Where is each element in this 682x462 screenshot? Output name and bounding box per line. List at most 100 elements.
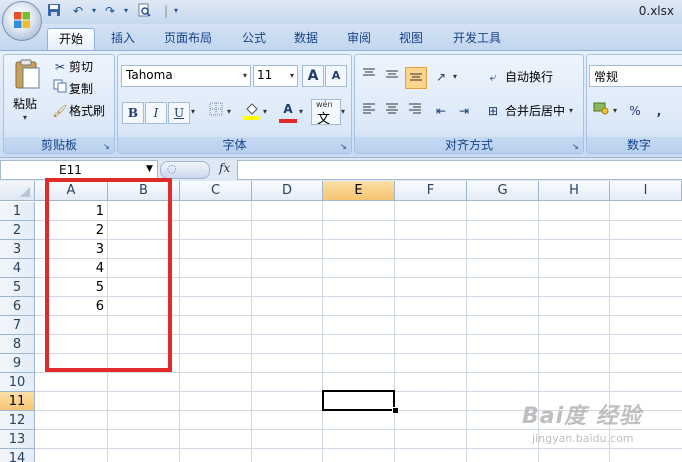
clipboard-launcher-icon[interactable]: ↘ [103,142,112,151]
scissors-icon[interactable]: ✂ [50,57,70,77]
row-header-8[interactable]: 8 [0,335,35,354]
format-painter-button[interactable]: 格式刷 [69,101,105,121]
orientation-dropdown-icon[interactable]: ▾ [453,72,457,81]
bold-button[interactable]: B [122,102,144,124]
font-color-icon[interactable]: A [278,99,298,119]
fill-color-dropdown-icon[interactable]: ▾ [263,107,267,116]
formula-input[interactable] [237,160,682,180]
number-format-select[interactable]: 常规 [589,65,682,87]
column-header-c[interactable]: C [180,181,252,201]
merge-center-dropdown-icon[interactable]: ▾ [569,106,573,115]
insert-function-icon[interactable]: fx [219,161,230,175]
comma-button[interactable]: , [649,101,669,121]
orientation-icon[interactable]: ↗ [431,67,451,87]
row-header-5[interactable]: 5 [0,278,35,297]
save-icon[interactable] [46,3,62,19]
align-center-icon[interactable] [382,101,402,121]
row-header-9[interactable]: 9 [0,354,35,373]
borders-dropdown-icon[interactable]: ▾ [227,107,231,116]
alignment-group-label: 对齐方式 [355,137,583,153]
font-name-dropdown-icon[interactable]: ▾ [243,71,247,80]
tab-data[interactable]: 数据 [286,28,326,50]
phonetic-dropdown-icon[interactable]: ▾ [341,107,345,116]
font-size-select[interactable]: 11 ▾ [253,65,298,87]
formula-bar-expand-handle[interactable]: ◌ [160,161,210,179]
currency-icon[interactable] [591,101,611,121]
underline-dropdown-icon[interactable]: ▾ [191,107,195,116]
cut-button[interactable]: 剪切 [69,57,93,77]
phonetic-guide-button[interactable]: wén 文 [311,99,341,127]
gridline [322,201,323,462]
alignment-launcher-icon[interactable]: ↘ [572,142,581,151]
redo-dropdown-icon[interactable]: ▾ [118,3,134,19]
copy-button[interactable]: 复制 [69,79,93,99]
active-cell-e11[interactable] [322,390,395,411]
shrink-font-button[interactable]: A [325,65,347,87]
copy-icon[interactable] [50,79,70,99]
fill-handle[interactable] [392,407,399,414]
number-group: 常规 ▾ % , 数字 [586,54,682,154]
row-header-14[interactable]: 14 [0,449,35,462]
row-header-10[interactable]: 10 [0,373,35,392]
percent-button[interactable]: % [625,101,645,121]
font-name-select[interactable]: Tahoma ▾ [121,65,251,87]
currency-dropdown-icon[interactable]: ▾ [613,106,617,115]
column-header-e[interactable]: E [323,181,395,201]
font-size-dropdown-icon[interactable]: ▾ [290,71,294,80]
column-header-f[interactable]: F [395,181,467,201]
font-launcher-icon[interactable]: ↘ [340,142,349,151]
name-box[interactable]: E11 ▼ [0,160,158,180]
paste-icon[interactable] [10,58,44,92]
wrap-text-button[interactable]: 自动换行 [505,67,553,87]
tab-formulas[interactable]: 公式 [234,28,274,50]
print-preview-icon[interactable] [136,3,152,19]
row-header-7[interactable]: 7 [0,316,35,335]
font-group-label: 字体 [118,137,351,153]
align-bottom-icon[interactable] [405,67,427,89]
row-header-2[interactable]: 2 [0,221,35,240]
row-header-13[interactable]: 13 [0,430,35,449]
borders-icon[interactable] [206,102,226,122]
align-left-icon[interactable] [359,101,379,121]
increase-indent-icon[interactable]: ⇥ [454,101,474,121]
name-box-dropdown-icon[interactable]: ▼ [146,164,153,174]
paste-button[interactable]: 粘贴 [13,94,37,114]
row-header-1[interactable]: 1 [0,202,35,221]
grow-font-button[interactable]: A [302,65,324,87]
row-header-4[interactable]: 4 [0,259,35,278]
office-button[interactable] [2,1,42,41]
tab-review[interactable]: 审阅 [339,28,379,50]
number-format-value: 常规 [594,70,619,84]
undo-icon[interactable]: ↶ [70,3,86,19]
font-color-dropdown-icon[interactable]: ▾ [299,107,303,116]
merge-center-button[interactable]: 合并后居中 [505,101,565,121]
select-all-corner[interactable] [0,181,35,201]
underline-button[interactable]: U [168,102,190,124]
fill-color-icon[interactable] [242,100,262,120]
redo-icon[interactable]: ↷ [102,3,118,19]
align-middle-icon[interactable] [382,67,402,87]
tab-home[interactable]: 开始 [47,28,95,51]
row-header-12[interactable]: 12 [0,411,35,430]
column-header-h[interactable]: H [539,181,610,201]
decrease-indent-icon[interactable]: ⇤ [431,101,451,121]
paste-dropdown-icon[interactable]: ▾ [23,113,27,122]
column-header-d[interactable]: D [252,181,323,201]
tab-page-layout[interactable]: 页面布局 [158,28,218,50]
row-header-11[interactable]: 11 [0,392,35,411]
tab-view[interactable]: 视图 [391,28,431,50]
row-header-6[interactable]: 6 [0,297,35,316]
wrap-text-icon[interactable]: ⤶ [483,67,503,87]
row-header-3[interactable]: 3 [0,240,35,259]
format-painter-icon[interactable]: 🖌 [50,101,70,121]
tab-insert[interactable]: 插入 [103,28,143,50]
customize-qa-icon[interactable]: ▾ [168,3,184,19]
undo-dropdown-icon[interactable]: ▾ [86,3,102,19]
column-header-i[interactable]: I [610,181,682,201]
merge-center-icon[interactable]: ⊞ [483,101,503,121]
align-top-icon[interactable] [359,67,379,87]
align-right-icon[interactable] [405,101,425,121]
tab-developer[interactable]: 开发工具 [446,28,508,50]
column-header-g[interactable]: G [467,181,539,201]
italic-button[interactable]: I [145,102,167,124]
